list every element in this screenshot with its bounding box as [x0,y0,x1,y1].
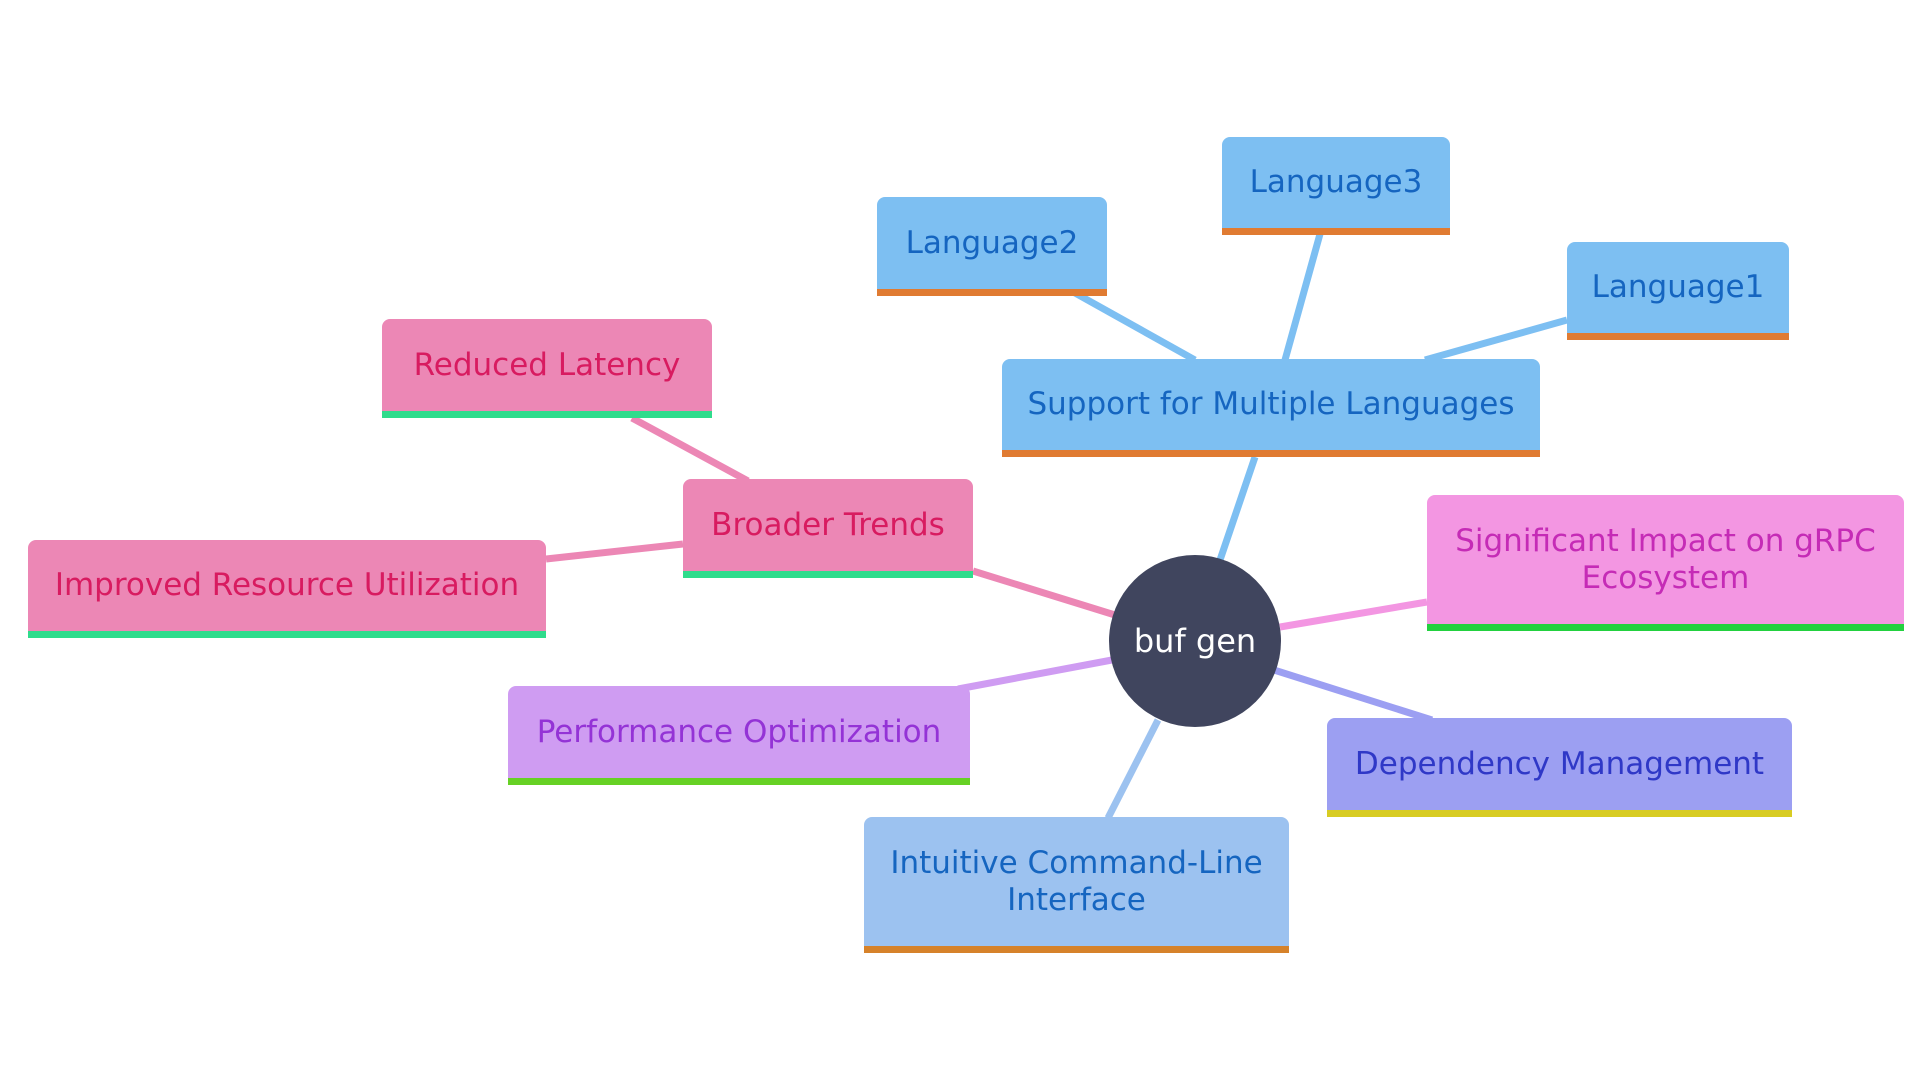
node-intuitive-cli[interactable]: Intuitive Command-Line Interface [864,817,1289,953]
edge-support-lang3 [1281,233,1324,361]
node-underline [1222,228,1450,235]
node-label: Performance Optimization [536,713,942,750]
edge-root-broader [971,567,1117,619]
edge-support-lang2 [1073,289,1197,364]
node-label: Language3 [1249,164,1423,200]
node-label: Language1 [1591,269,1765,305]
node-label: Significant Impact on gRPC Ecosystem [1455,522,1876,596]
edge-root-cli [1104,718,1162,820]
node-label: Language2 [905,224,1079,261]
node-underline [1327,810,1792,817]
node-broader-trends[interactable]: Broader Trends [683,479,973,578]
edge-root-dep [1272,666,1434,724]
node-performance-optimization[interactable]: Performance Optimization [508,686,970,785]
node-label: Support for Multiple Languages [1027,386,1515,422]
node-language2[interactable]: Language2 [877,197,1107,296]
node-underline [382,411,712,418]
node-underline [864,946,1289,953]
node-significant-impact[interactable]: Significant Impact on gRPC Ecosystem [1427,495,1904,631]
edge-root-perf [957,656,1113,693]
node-underline [1002,450,1540,457]
node-language3[interactable]: Language3 [1222,137,1450,235]
node-underline [877,289,1107,296]
node-label: Broader Trends [711,506,945,543]
edge-broader-latency [630,414,750,485]
edge-broader-resource [545,540,684,563]
node-underline [508,778,970,785]
node-label: Intuitive Command-Line Interface [890,844,1263,918]
node-label: Reduced Latency [413,346,681,383]
node-support-multiple-languages[interactable]: Support for Multiple Languages [1002,359,1540,457]
node-underline [683,571,973,578]
edge-root-support [1216,455,1259,562]
node-improved-resource-utilization[interactable]: Improved Resource Utilization [28,540,546,638]
node-language1[interactable]: Language1 [1567,242,1789,340]
node-dependency-management[interactable]: Dependency Management [1327,718,1792,817]
node-underline [28,631,546,638]
edge-root-impact [1279,598,1428,631]
edge-support-lang1 [1424,316,1568,364]
root-node-label: buf gen [1133,622,1257,660]
node-underline [1567,333,1789,340]
root-node-buf-gen[interactable]: buf gen [1109,555,1281,727]
node-label: Dependency Management [1354,745,1765,782]
node-reduced-latency[interactable]: Reduced Latency [382,319,712,418]
node-label: Improved Resource Utilization [54,567,520,603]
node-underline [1427,624,1904,631]
